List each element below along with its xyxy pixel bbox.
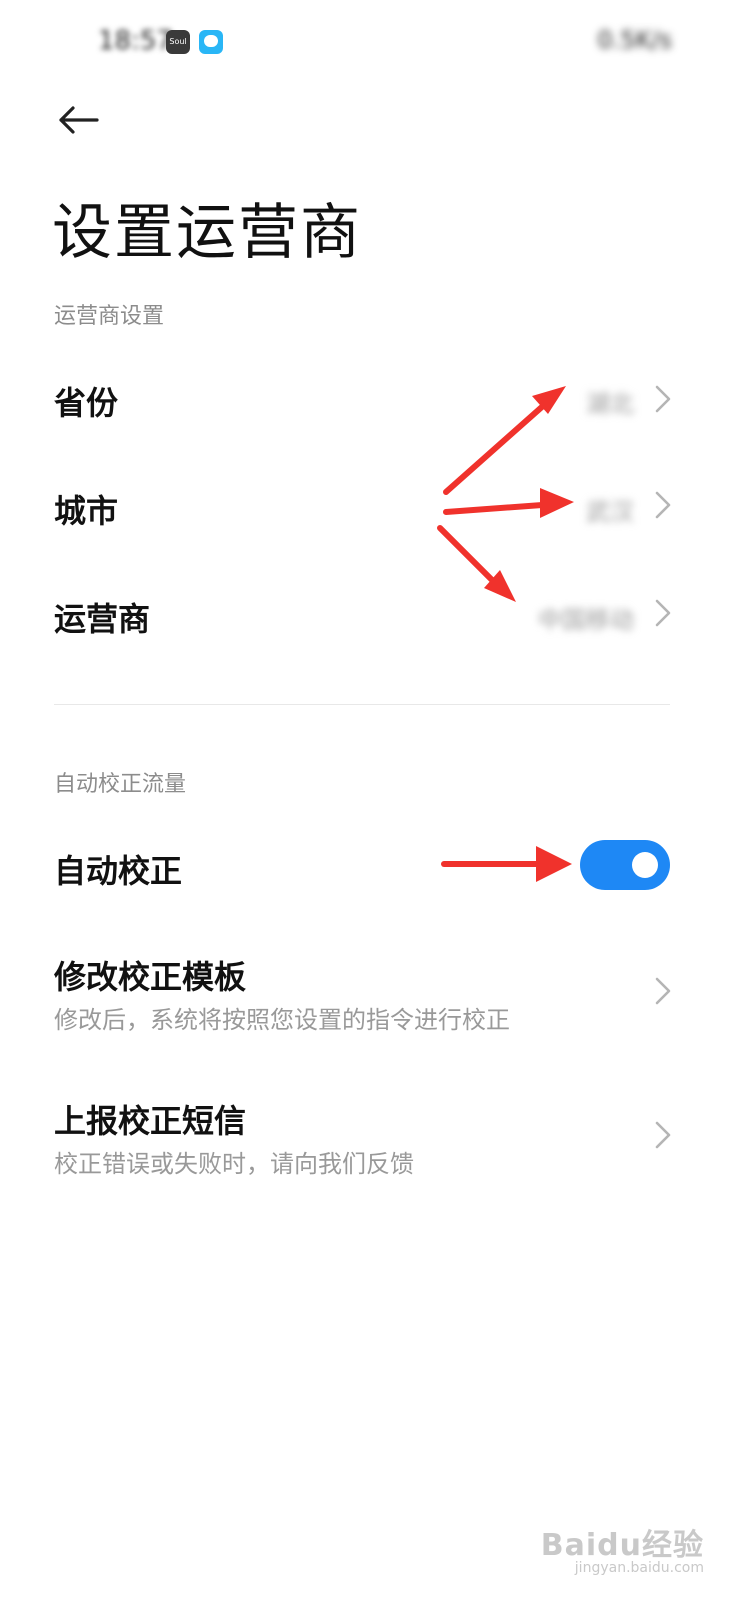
report-sms-row[interactable]: 上报校正短信 校正错误或失败时，请向我们反馈 — [0, 1088, 738, 1188]
page-title: 设置运营商 — [52, 198, 362, 268]
back-arrow-icon — [59, 106, 99, 134]
province-label: 省份 — [54, 384, 119, 422]
modify-template-label: 修改校正模板 — [54, 958, 247, 996]
message-app-icon — [199, 30, 223, 54]
network-speed: 0.5K/s — [597, 26, 673, 54]
soul-app-icon-label: Soul — [169, 37, 187, 46]
screen: 18:57 Soul 0.5K/s 设置运营商 运营商设置 省份 湖北 城市 武… — [0, 0, 738, 1600]
section-divider — [54, 704, 670, 705]
chevron-right-icon — [655, 977, 671, 1005]
province-row[interactable]: 省份 湖北 — [0, 350, 738, 446]
auto-correct-label: 自动校正 — [54, 852, 183, 890]
carrier-row[interactable]: 运营商 中国移动 — [0, 566, 738, 662]
report-sms-description: 校正错误或失败时，请向我们反馈 — [54, 1150, 414, 1178]
chevron-right-icon — [655, 385, 671, 413]
modify-template-row[interactable]: 修改校正模板 修改后，系统将按照您设置的指令进行校正 — [0, 944, 738, 1044]
chevron-right-icon — [655, 1121, 671, 1149]
province-value: 湖北 — [586, 390, 634, 418]
status-time: 18:57 — [98, 26, 173, 56]
section-header-auto-correct: 自动校正流量 — [54, 772, 187, 797]
chevron-right-icon — [655, 491, 671, 519]
modify-template-description: 修改后，系统将按照您设置的指令进行校正 — [54, 1006, 510, 1034]
section-header-carrier-settings: 运营商设置 — [54, 304, 165, 329]
baidu-watermark-url: jingyan.baidu.com — [574, 1560, 704, 1576]
back-button[interactable] — [52, 96, 104, 144]
baidu-watermark: Baidu经验 — [540, 1528, 704, 1563]
city-value: 武汉 — [586, 498, 634, 526]
chevron-right-icon — [655, 599, 671, 627]
city-label: 城市 — [54, 492, 119, 530]
report-sms-label: 上报校正短信 — [54, 1102, 247, 1140]
carrier-value: 中国移动 — [538, 606, 634, 634]
auto-correct-toggle[interactable] — [580, 840, 670, 890]
city-row[interactable]: 城市 武汉 — [0, 458, 738, 554]
status-bar: 18:57 Soul 0.5K/s — [0, 0, 738, 86]
soul-app-icon: Soul — [166, 30, 190, 54]
toggle-knob — [632, 852, 658, 878]
carrier-label: 运营商 — [54, 600, 151, 638]
